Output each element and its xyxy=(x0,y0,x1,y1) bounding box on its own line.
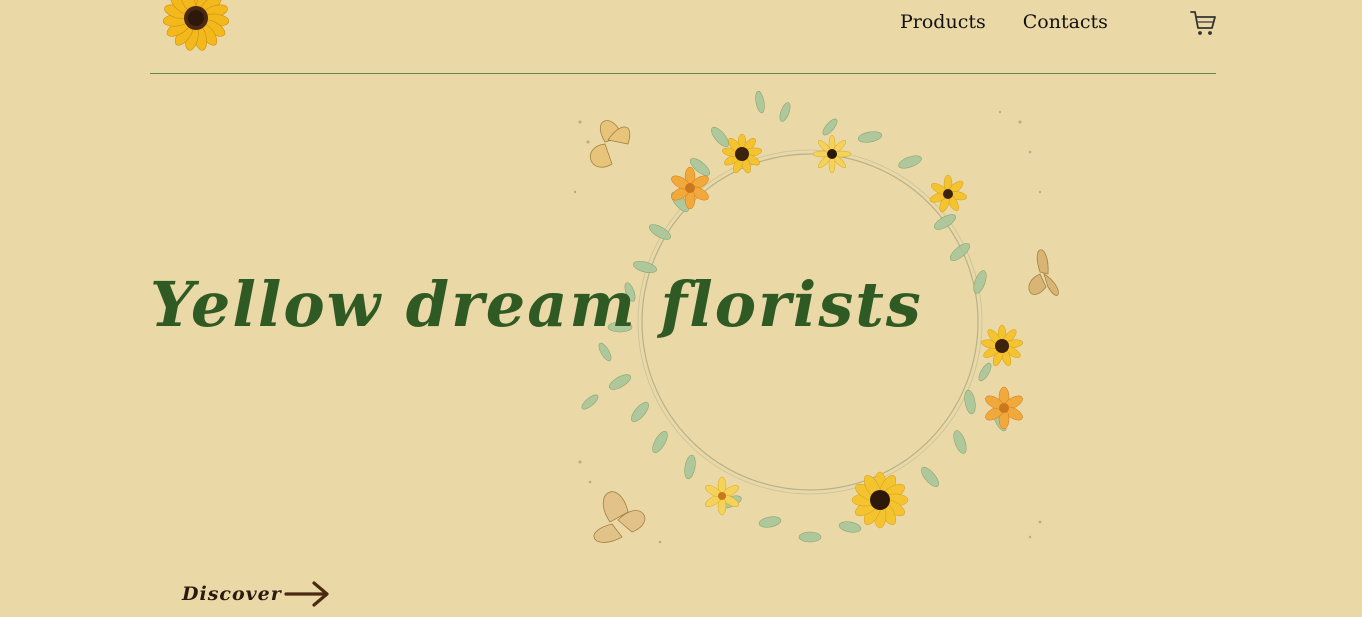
arrow-right-icon xyxy=(284,581,329,607)
nav-contacts-link[interactable]: Contacts xyxy=(1023,9,1108,35)
discover-label: Discover xyxy=(182,583,282,605)
butterfly-right xyxy=(1028,249,1059,296)
shopping-cart-icon[interactable] xyxy=(1188,8,1218,38)
site-header: Products Contacts xyxy=(0,0,1362,74)
butterfly-bottom-left xyxy=(593,491,646,543)
main-nav: Products Contacts xyxy=(900,9,1108,35)
header-divider xyxy=(150,73,1216,74)
butterfly-top-left xyxy=(589,120,631,168)
nav-products-link[interactable]: Products xyxy=(900,9,986,35)
sunflower-logo[interactable] xyxy=(160,0,232,56)
hero-title: Yellow dream florists xyxy=(150,268,923,341)
discover-button[interactable]: Discover xyxy=(182,580,330,608)
